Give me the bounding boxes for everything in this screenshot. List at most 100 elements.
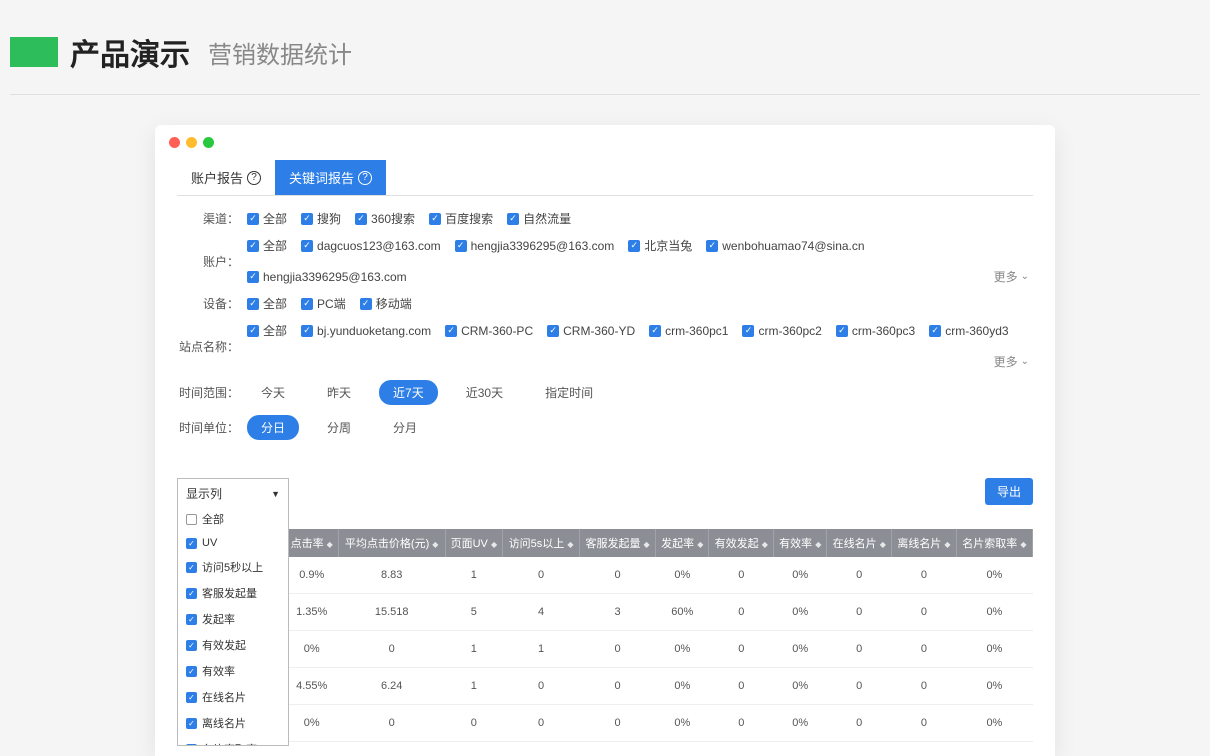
filter-device: 设备： ✓全部✓PC端✓移动端: [177, 295, 1033, 312]
filter-checkbox[interactable]: ✓crm-360pc1: [649, 324, 728, 338]
filter-checkbox[interactable]: ✓北京当兔: [628, 237, 692, 254]
filter-checkbox[interactable]: ✓bj.yunduoketang.com: [301, 324, 431, 338]
table-cell: 0: [338, 631, 445, 668]
table-header[interactable]: 名片索取率 ◆: [956, 529, 1032, 557]
table-header[interactable]: 页面UV ◆: [445, 529, 503, 557]
filter-site: 站点名称： ✓全部✓bj.yunduoketang.com✓CRM-360-PC…: [177, 322, 1033, 370]
table-cell: 0: [709, 594, 774, 631]
time-option[interactable]: 指定时间: [531, 380, 607, 405]
sort-icon: ◆: [762, 540, 768, 549]
table-cell: 0%: [285, 705, 338, 742]
filter-checkbox[interactable]: ✓hengjia3396295@163.com: [455, 239, 615, 253]
filter-checkbox[interactable]: ✓wenbohuamao74@sina.cn: [706, 239, 864, 253]
table-cell: 0: [892, 631, 957, 668]
column-option[interactable]: ✓客服发起量: [178, 580, 288, 606]
column-option[interactable]: ✓名片索取率: [178, 736, 288, 746]
table-cell: 0: [503, 705, 580, 742]
more-link[interactable]: 更多 ⌄: [994, 353, 1033, 370]
filter-checkbox[interactable]: ✓搜狗: [301, 210, 341, 227]
table-header[interactable]: 客服发起量 ◆: [580, 529, 656, 557]
filter-checkbox[interactable]: ✓crm-360pc2: [742, 324, 821, 338]
columns-dropdown[interactable]: 显示列 ▼: [177, 478, 289, 509]
table-cell: 1: [445, 557, 503, 594]
filter-checkbox[interactable]: ✓CRM-360-PC: [445, 324, 533, 338]
table-header[interactable]: 有效率 ◆: [774, 529, 827, 557]
column-option[interactable]: ✓离线名片: [178, 710, 288, 736]
table-header[interactable]: 点击率 ◆: [285, 529, 338, 557]
filter-checkbox[interactable]: ✓百度搜索: [429, 210, 493, 227]
export-button[interactable]: 导出: [985, 478, 1033, 505]
filter-checkbox[interactable]: ✓360搜索: [355, 210, 415, 227]
filter-checkbox[interactable]: ✓CRM-360-YD: [547, 324, 635, 338]
table-header[interactable]: 有效发起 ◆: [709, 529, 774, 557]
filter-checkbox[interactable]: ✓crm-360yd3: [929, 324, 1008, 338]
table-cell: 1: [445, 668, 503, 705]
checkbox-icon: ✓: [355, 213, 367, 225]
table-cell: 0%: [956, 631, 1032, 668]
help-icon[interactable]: ?: [358, 171, 372, 185]
table-cell: 15.518: [338, 594, 445, 631]
column-option[interactable]: ✓在线名片: [178, 684, 288, 710]
more-link[interactable]: 更多 ⌄: [994, 268, 1033, 285]
table-header[interactable]: 访问5s以上 ◆: [503, 529, 580, 557]
filter-item-label: CRM-360-YD: [563, 324, 635, 338]
table-cell: 60%: [656, 594, 709, 631]
close-icon[interactable]: [169, 137, 180, 148]
header-label: 平均点击价格(元): [345, 538, 429, 550]
table-cell: 0%: [774, 557, 827, 594]
time-option[interactable]: 近7天: [379, 380, 438, 405]
time-option[interactable]: 近30天: [452, 380, 517, 405]
maximize-icon[interactable]: [203, 137, 214, 148]
table-cell: 0: [827, 557, 892, 594]
filter-item-label: dagcuos123@163.com: [317, 239, 441, 253]
table-cell: 0: [892, 557, 957, 594]
filter-checkbox[interactable]: ✓全部: [247, 210, 287, 227]
table-cell: 0: [709, 705, 774, 742]
checkbox-icon: ✓: [360, 298, 372, 310]
time-option[interactable]: 今天: [247, 380, 299, 405]
filter-checkbox[interactable]: ✓全部: [247, 295, 287, 312]
filter-checkbox[interactable]: ✓PC端: [301, 295, 346, 312]
filter-checkbox[interactable]: ✓全部: [247, 237, 287, 254]
column-option[interactable]: ✓访问5秒以上: [178, 554, 288, 580]
column-option-label: 在线名片: [202, 689, 246, 705]
filter-checkbox[interactable]: ✓crm-360pc3: [836, 324, 915, 338]
minimize-icon[interactable]: [186, 137, 197, 148]
filter-item-label: 自然流量: [523, 210, 571, 227]
time-option[interactable]: 昨天: [313, 380, 365, 405]
filter-checkbox[interactable]: ✓全部: [247, 322, 287, 339]
table-header[interactable]: 发起率 ◆: [656, 529, 709, 557]
sort-icon: ◆: [815, 540, 821, 549]
tab-account-report[interactable]: 账户报告 ?: [177, 160, 275, 195]
column-option[interactable]: ✓发起率: [178, 606, 288, 632]
filter-item-label: crm-360pc3: [852, 324, 915, 338]
header-label: 访问5s以上: [509, 538, 565, 550]
checkbox-icon: ✓: [247, 240, 259, 252]
column-option[interactable]: 全部: [178, 506, 288, 532]
table-header[interactable]: 离线名片 ◆: [892, 529, 957, 557]
table-cell: 0: [827, 594, 892, 631]
filter-checkbox[interactable]: ✓hengjia3396295@163.com: [247, 270, 407, 284]
time-option[interactable]: 分周: [313, 415, 365, 440]
filter-checkbox[interactable]: ✓移动端: [360, 295, 412, 312]
table-cell: 4: [503, 594, 580, 631]
column-option[interactable]: ✓有效发起: [178, 632, 288, 658]
column-option[interactable]: ✓UV: [178, 532, 288, 554]
table-cell: 0%: [956, 594, 1032, 631]
filter-checkbox[interactable]: ✓自然流量: [507, 210, 571, 227]
checkbox-icon: ✓: [186, 666, 197, 677]
help-icon[interactable]: ?: [247, 171, 261, 185]
tab-keyword-report[interactable]: 关键词报告 ?: [275, 160, 386, 195]
table-cell: 1: [445, 631, 503, 668]
table-cell: 0: [709, 557, 774, 594]
column-option-label: 发起率: [202, 611, 235, 627]
column-option[interactable]: ✓有效率: [178, 658, 288, 684]
time-option[interactable]: 分日: [247, 415, 299, 440]
table-header[interactable]: 在线名片 ◆: [827, 529, 892, 557]
filter-checkbox[interactable]: ✓dagcuos123@163.com: [301, 239, 441, 253]
table-header[interactable]: 平均点击价格(元) ◆: [338, 529, 445, 557]
chevron-down-icon: ⌄: [1021, 356, 1029, 367]
time-option[interactable]: 分月: [379, 415, 431, 440]
column-option-label: 名片索取率: [202, 741, 257, 746]
sort-icon: ◆: [327, 540, 333, 549]
